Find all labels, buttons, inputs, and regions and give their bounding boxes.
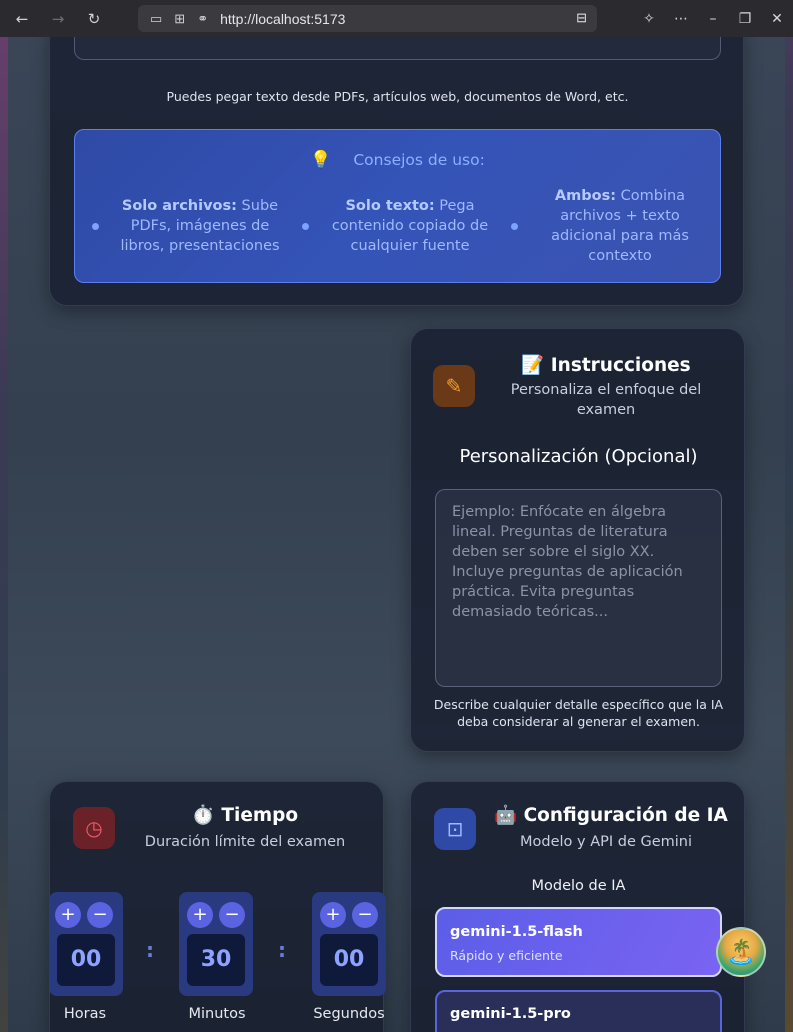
seconds-label: Segundos	[313, 1006, 385, 1022]
instructions-title: 📝 Instrucciones	[521, 355, 691, 376]
model-option-flash[interactable]: gemini-1.5-flash Rápido y eficiente	[435, 907, 722, 977]
extensions-icon[interactable]: ✧	[633, 11, 665, 27]
reader-icon[interactable]: ⊟	[576, 10, 587, 26]
ai-config-card: ⊡ 🤖 Configuración de IA Modelo y API de …	[410, 781, 745, 1032]
minutes-label: Minutos	[188, 1006, 246, 1022]
ai-title: 🤖 Configuración de IA	[494, 805, 728, 826]
model-desc: Rápido y eficiente	[450, 948, 563, 963]
address-bar[interactable]: ▭ ⊞ ⚭ http://localhost:5173 ⊟	[138, 5, 597, 32]
model-name: gemini-1.5-flash	[450, 924, 583, 940]
time-separator: :	[146, 938, 154, 962]
reload-icon[interactable]: ↻	[76, 10, 112, 28]
seconds-minus-button[interactable]: −	[352, 902, 378, 928]
ai-subtitle: Modelo y API de Gemini	[519, 834, 693, 850]
minutes-plus-button[interactable]: +	[187, 902, 213, 928]
model-name: gemini-1.5-pro	[450, 1006, 571, 1022]
link-icon: ⚭	[197, 10, 209, 26]
clock-icon: ◷	[73, 807, 115, 849]
time-card: ◷ ⏱️ Tiempo Duración límite del examen +…	[49, 781, 386, 1032]
minutes-value[interactable]: 30	[187, 934, 245, 986]
hours-plus-button[interactable]: +	[55, 902, 81, 928]
tips-title: Consejos de uso:	[353, 151, 485, 169]
url-text[interactable]: http://localhost:5173	[220, 11, 345, 27]
lightbulb-icon: 💡	[310, 150, 332, 170]
personalization-label: Personalización (Opcional)	[459, 446, 698, 467]
hours-stepper: + − 00	[49, 892, 123, 996]
instructions-subtitle: Personaliza el enfoque del examen	[510, 382, 702, 418]
forward-icon[interactable]: →	[40, 10, 76, 28]
maximize-icon[interactable]: ❐	[729, 11, 761, 27]
minutes-stepper: + − 30	[179, 892, 253, 996]
time-title: ⏱️ Tiempo	[191, 805, 299, 826]
hours-value[interactable]: 00	[57, 934, 115, 986]
robot-icon: ⊡	[434, 808, 476, 850]
seconds-value[interactable]: 00	[320, 934, 378, 986]
hours-minus-button[interactable]: −	[87, 902, 113, 928]
seconds-stepper: + − 00	[312, 892, 386, 996]
time-subtitle: Duración límite del examen	[144, 834, 346, 850]
bullet-dot	[302, 223, 309, 230]
tip-files: Solo archivos: Sube PDFs, imágenes de li…	[120, 198, 280, 254]
page-icon: ▭	[150, 10, 163, 26]
back-icon[interactable]: ←	[4, 10, 40, 28]
bullet-dot	[92, 223, 99, 230]
browser-toolbar: ← → ↻ ▭ ⊞ ⚭ http://localhost:5173 ⊟ ✧ ⋯ …	[0, 0, 793, 37]
minimize-icon[interactable]: –	[697, 11, 729, 27]
time-separator: :	[278, 938, 286, 962]
bullet-dot	[511, 223, 518, 230]
tip-text: Solo texto: Pega contenido copiado de cu…	[331, 198, 489, 254]
instructions-help: Describe cualquier detalle específico qu…	[433, 697, 724, 729]
model-label: Modelo de IA	[531, 878, 626, 894]
instructions-card: ✎ 📝 Instrucciones Personaliza el enfoque…	[410, 328, 745, 752]
content-hint: Puedes pegar texto desde PDFs, artículos…	[166, 89, 629, 104]
assistant-avatar-button[interactable]: 🏝️	[716, 927, 766, 977]
model-option-pro[interactable]: gemini-1.5-pro	[435, 990, 722, 1032]
close-icon[interactable]: ✕	[761, 11, 793, 27]
app-icon[interactable]: ⊞	[174, 11, 185, 27]
content-textarea[interactable]	[74, 37, 721, 60]
island-icon: 🏝️	[726, 938, 756, 966]
minutes-minus-button[interactable]: −	[219, 902, 245, 928]
hours-label: Horas	[63, 1006, 107, 1022]
tip-both: Ambos: Combina archivos + texto adiciona…	[551, 188, 689, 264]
more-icon[interactable]: ⋯	[665, 11, 697, 27]
instructions-textarea[interactable]: Ejemplo: Enfócate en álgebra lineal. Pre…	[435, 489, 722, 687]
page-viewport: Puedes pegar texto desde PDFs, artículos…	[8, 37, 785, 1032]
usage-tips: 💡 Consejos de uso: Solo archivos: Sube PD…	[74, 129, 721, 283]
edit-icon: ✎	[433, 365, 475, 407]
content-card: Puedes pegar texto desde PDFs, artículos…	[49, 37, 744, 306]
seconds-plus-button[interactable]: +	[320, 902, 346, 928]
